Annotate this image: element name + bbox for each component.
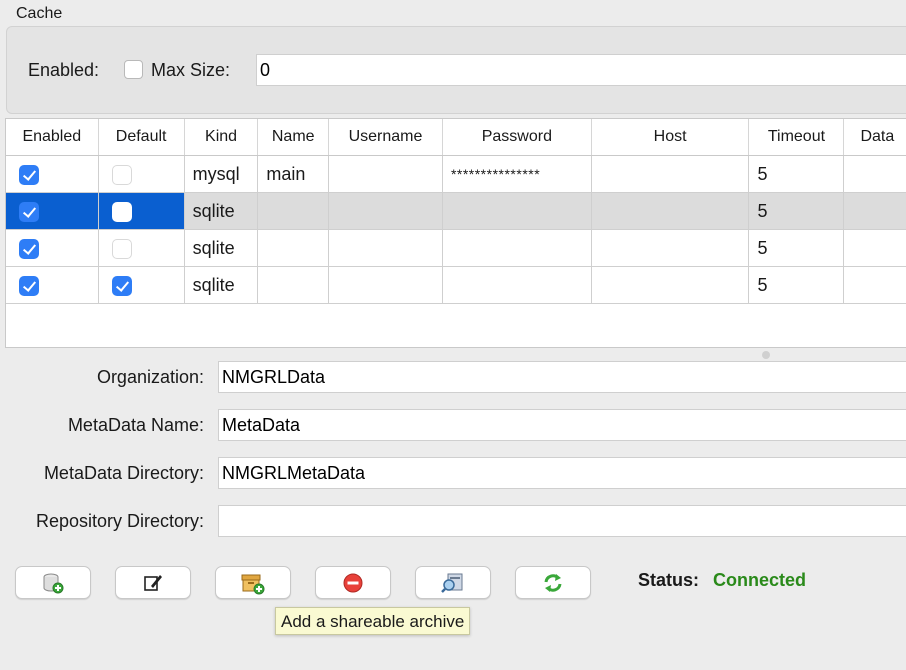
default-checkbox[interactable] xyxy=(111,201,132,222)
max-size-input[interactable] xyxy=(256,54,906,86)
repository-directory-field[interactable] xyxy=(218,505,906,537)
test-connection-icon xyxy=(441,573,463,593)
edit-icon xyxy=(144,574,162,591)
add-archive-button[interactable] xyxy=(215,566,291,599)
enabled-checkbox[interactable] xyxy=(19,201,39,222)
column-header-username[interactable]: Username xyxy=(328,119,443,156)
host-cell[interactable] xyxy=(591,155,750,193)
add-database-button[interactable] xyxy=(15,566,91,599)
status-value: Connected xyxy=(713,570,807,590)
add-archive-icon xyxy=(241,574,265,594)
kind-cell[interactable]: sqlite xyxy=(184,192,259,230)
column-header-data[interactable]: Data xyxy=(843,119,906,156)
default-checkbox[interactable] xyxy=(111,164,132,185)
name-cell[interactable]: main xyxy=(257,155,329,193)
default-cell xyxy=(98,155,185,193)
organization-field[interactable] xyxy=(218,361,906,393)
password-cell[interactable] xyxy=(442,266,592,304)
timeout-cell[interactable]: 5 xyxy=(748,155,845,193)
password-cell[interactable]: *************** xyxy=(442,155,592,193)
username-cell[interactable] xyxy=(328,155,443,193)
host-cell[interactable] xyxy=(591,229,750,267)
default-checkbox[interactable] xyxy=(111,238,132,259)
splitter-handle[interactable] xyxy=(762,351,770,359)
add-database-icon xyxy=(43,573,64,593)
table-row[interactable]: sqlite 5 xyxy=(6,266,906,304)
data-cell[interactable] xyxy=(843,155,906,193)
metadata-name-label: MetaData Name: xyxy=(67,415,204,435)
metadata-name-field[interactable] xyxy=(218,409,906,441)
max-size-label: Max Size: xyxy=(151,60,231,80)
metadata-directory-field[interactable] xyxy=(218,457,906,489)
data-cell[interactable] xyxy=(843,192,906,230)
timeout-cell[interactable]: 5 xyxy=(748,229,845,267)
host-cell[interactable] xyxy=(591,192,750,230)
status-label: Status: xyxy=(638,570,700,590)
remove-icon xyxy=(343,573,363,592)
enabled-cell xyxy=(6,155,99,193)
password-cell[interactable] xyxy=(442,192,592,230)
metadata-directory-label: MetaData Directory: xyxy=(43,463,204,483)
host-cell[interactable] xyxy=(591,266,750,304)
column-header-default[interactable]: Default xyxy=(98,119,185,156)
kind-cell[interactable]: sqlite xyxy=(184,229,259,267)
repository-directory-label: Repository Directory: xyxy=(35,511,204,531)
column-header-enabled[interactable]: Enabled xyxy=(6,119,99,156)
enabled-checkbox[interactable] xyxy=(19,238,39,259)
timeout-cell[interactable]: 5 xyxy=(748,266,845,304)
data-cell[interactable] xyxy=(843,266,906,304)
default-cell xyxy=(98,229,185,267)
username-cell[interactable] xyxy=(328,229,443,267)
refresh-icon xyxy=(544,573,562,592)
cache-group-label: Cache xyxy=(16,5,63,22)
table-row[interactable]: sqlite 5 xyxy=(6,192,906,230)
enabled-checkbox[interactable] xyxy=(19,275,39,296)
remove-button[interactable] xyxy=(315,566,391,599)
test-connection-button[interactable] xyxy=(415,566,491,599)
password-cell[interactable] xyxy=(442,229,592,267)
column-header-password[interactable]: Password xyxy=(442,119,592,156)
timeout-cell[interactable]: 5 xyxy=(748,192,845,230)
refresh-button[interactable] xyxy=(515,566,591,599)
organization-label: Organization: xyxy=(96,367,204,387)
data-cell[interactable] xyxy=(843,229,906,267)
edit-button[interactable] xyxy=(115,566,191,599)
name-cell[interactable] xyxy=(257,266,329,304)
enabled-cell xyxy=(6,229,99,267)
enabled-checkbox[interactable] xyxy=(19,164,39,185)
default-checkbox[interactable] xyxy=(111,275,132,296)
tooltip: Add a shareable archive xyxy=(275,607,471,635)
table-row[interactable]: sqlite 5 xyxy=(6,229,906,267)
default-cell xyxy=(98,192,185,230)
cache-enabled-label: Enabled: xyxy=(28,60,100,80)
column-header-name[interactable]: Name xyxy=(257,119,329,156)
column-header-host[interactable]: Host xyxy=(591,119,750,156)
default-cell xyxy=(98,266,185,304)
name-cell[interactable] xyxy=(257,192,329,230)
cache-enabled-checkbox[interactable] xyxy=(124,60,143,79)
enabled-cell xyxy=(6,266,99,304)
column-header-timeout[interactable]: Timeout xyxy=(748,119,845,156)
table-row[interactable]: mysql main *************** 5 xyxy=(6,155,906,193)
enabled-cell xyxy=(6,192,99,230)
name-cell[interactable] xyxy=(257,229,329,267)
connections-table: Enabled Default Kind Name Username Passw… xyxy=(5,118,906,348)
username-cell[interactable] xyxy=(328,266,443,304)
kind-cell[interactable]: sqlite xyxy=(184,266,259,304)
kind-cell[interactable]: mysql xyxy=(184,155,259,193)
column-header-kind[interactable]: Kind xyxy=(184,119,259,156)
username-cell[interactable] xyxy=(328,192,443,230)
